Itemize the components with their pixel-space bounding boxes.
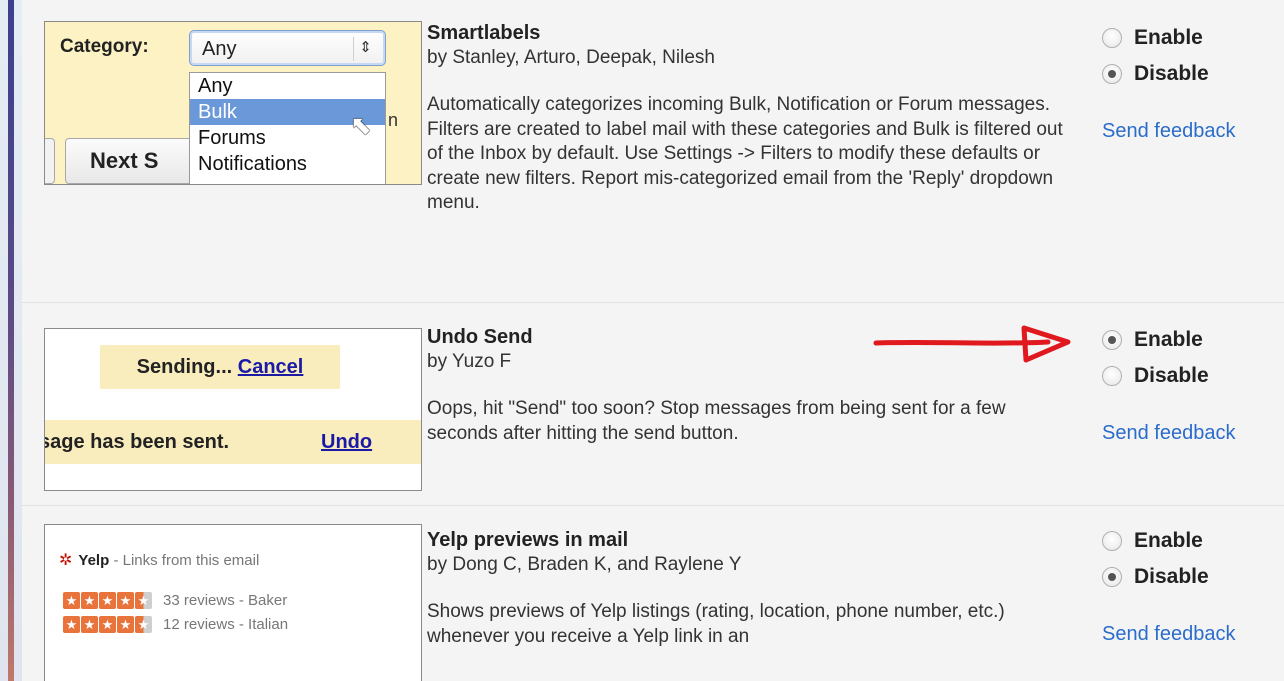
enable-label[interactable]: Enable: [1134, 529, 1203, 553]
lab-row-smartlabels: Category: Any ⇕ n Next S Any Bulk Forums…: [22, 0, 1284, 303]
yelp-logo-icon: ✲: [59, 552, 73, 569]
disable-radio[interactable]: [1102, 567, 1122, 587]
disable-label[interactable]: Disable: [1134, 62, 1209, 86]
star-rating: ★ ★ ★ ★ ★: [63, 592, 153, 609]
lab-row-yelp-previews: ✲ Yelp - Links from this email ★ ★ ★ ★ ★ 33 r…: [22, 507, 1284, 681]
star-icon: ★: [117, 616, 134, 633]
yelp-brand: Yelp: [78, 552, 110, 569]
lab-info: Smartlabels by Stanley, Arturo, Deepak, …: [427, 20, 1067, 216]
half-star-icon: ★: [135, 592, 152, 609]
clipped-text: n: [388, 110, 399, 130]
lab-info: Yelp previews in mail by Dong C, Braden …: [427, 527, 1067, 649]
enable-option[interactable]: Enable: [1102, 523, 1284, 559]
disable-option[interactable]: Disable: [1102, 358, 1284, 394]
dropdown-option: Any: [198, 75, 233, 97]
yelp-listing: ★ ★ ★ ★ ★ 33 reviews - Baker: [63, 592, 287, 609]
sending-text: Sending...: [136, 356, 233, 378]
category-label: Category:: [60, 36, 149, 57]
sending-notice: Sending... Cancel: [100, 345, 340, 389]
category-select-value: Any: [202, 38, 237, 60]
disable-label[interactable]: Disable: [1134, 565, 1209, 589]
accent-stripe: [8, 0, 14, 681]
yelp-preview-image: ✲ Yelp - Links from this email ★ ★ ★ ★ ★ 33 r…: [44, 524, 422, 681]
cancel-link: Cancel: [237, 356, 304, 378]
star-rating: ★ ★ ★ ★ ★: [63, 616, 153, 633]
clipped-button: [45, 138, 55, 184]
left-accent-bar: [0, 0, 22, 681]
red-arrow-annotation: [873, 325, 1071, 363]
dropdown-option: Notifications: [198, 153, 307, 175]
disable-radio[interactable]: [1102, 366, 1122, 386]
updown-arrows-icon: ⇕: [353, 37, 377, 61]
star-icon: ★: [81, 592, 98, 609]
lab-authors: by Stanley, Arturo, Deepak, Nilesh: [427, 47, 715, 68]
send-feedback-link[interactable]: Send feedback: [1102, 120, 1284, 143]
next-button: Next S: [65, 138, 205, 184]
listing-text: 33 reviews - Baker: [163, 592, 288, 609]
disable-label[interactable]: Disable: [1134, 364, 1209, 388]
lab-description: Oops, hit "Send" too soon? Stop messages…: [427, 398, 1006, 444]
sent-notice: sage has been sent. Undo: [44, 420, 421, 464]
star-icon: ★: [63, 616, 80, 633]
lab-row-undo-send: Sending... Cancel sage has been sent. Un…: [22, 304, 1284, 506]
lab-title: Smartlabels: [427, 22, 541, 44]
enable-radio[interactable]: [1102, 531, 1122, 551]
undo-link: Undo: [321, 431, 373, 453]
yelp-header: ✲ Yelp - Links from this email: [59, 550, 259, 570]
star-icon: ★: [99, 592, 116, 609]
listing-text: 12 reviews - Italian: [163, 616, 289, 633]
enable-radio[interactable]: [1102, 28, 1122, 48]
star-icon: ★: [99, 616, 116, 633]
lab-controls: Enable Disable Send feedback: [1102, 20, 1284, 143]
disable-radio[interactable]: [1102, 64, 1122, 84]
star-icon: ★: [117, 592, 134, 609]
enable-label[interactable]: Enable: [1134, 26, 1203, 50]
lab-controls: Enable Disable Send feedback: [1102, 523, 1284, 646]
disable-option[interactable]: Disable: [1102, 559, 1284, 595]
yelp-header-text: - Links from this email: [113, 552, 260, 569]
yelp-listing: ★ ★ ★ ★ ★ 12 reviews - Italian: [63, 616, 288, 633]
lab-controls: Enable Disable Send feedback: [1102, 322, 1284, 445]
mouse-pointer-icon: ⬉: [350, 110, 372, 140]
smartlabels-preview-image: Category: Any ⇕ n Next S Any Bulk Forums…: [44, 21, 422, 185]
star-icon: ★: [81, 616, 98, 633]
sent-text: sage has been sent.: [44, 431, 230, 453]
undo-send-preview-image: Sending... Cancel sage has been sent. Un…: [44, 328, 422, 491]
lab-description: Shows previews of Yelp listings (rating,…: [427, 601, 1005, 647]
star-icon: ★: [63, 592, 80, 609]
lab-title: Yelp previews in mail: [427, 529, 629, 551]
disable-option[interactable]: Disable: [1102, 56, 1284, 92]
lab-authors: by Dong C, Braden K, and Raylene Y: [427, 554, 742, 575]
category-select: Any ⇕: [189, 30, 386, 66]
send-feedback-link[interactable]: Send feedback: [1102, 422, 1284, 445]
half-star-icon: ★: [135, 616, 152, 633]
enable-option[interactable]: Enable: [1102, 322, 1284, 358]
lab-description: Automatically categorizes incoming Bulk,…: [427, 94, 1063, 213]
send-feedback-link[interactable]: Send feedback: [1102, 623, 1284, 646]
enable-option[interactable]: Enable: [1102, 20, 1284, 56]
enable-label[interactable]: Enable: [1134, 328, 1203, 352]
enable-radio[interactable]: [1102, 330, 1122, 350]
